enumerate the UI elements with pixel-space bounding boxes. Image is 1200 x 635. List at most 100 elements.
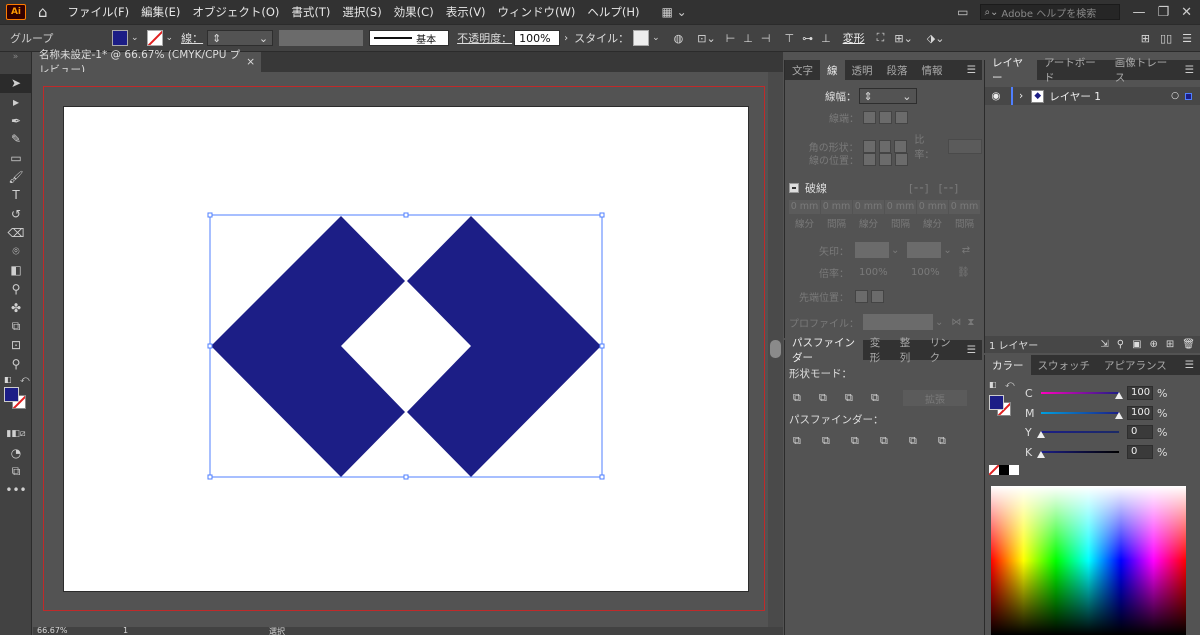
fill-color-swatch[interactable] — [112, 30, 128, 46]
align-to-icon[interactable]: ⊡⌄ — [697, 32, 715, 45]
arrow-tip-extend-icon[interactable] — [855, 290, 868, 303]
home-icon[interactable]: ⌂ — [38, 3, 48, 21]
zoom-tool-icon[interactable]: ⚲ — [0, 354, 32, 373]
menu-item[interactable]: 書式(T) — [285, 4, 336, 20]
rectangle-tool-icon[interactable]: ▭ — [0, 149, 32, 168]
minimize-button[interactable]: — — [1132, 5, 1145, 20]
transform-icon[interactable]: ⛶ — [877, 31, 885, 45]
align-stroke-outside-icon[interactable] — [895, 153, 908, 166]
paintbrush-tool-icon[interactable]: 🖌 — [0, 167, 32, 186]
gradient-tool-icon[interactable]: ◧ — [0, 261, 32, 280]
panel-menu-icon[interactable]: ☰ — [1179, 60, 1200, 80]
white-color-icon[interactable] — [1009, 465, 1019, 475]
exclude-icon[interactable]: ⧉ — [871, 391, 897, 405]
visibility-eye-icon[interactable]: ◉ — [985, 90, 1007, 102]
selected-art-indicator[interactable] — [1185, 92, 1192, 100]
align-bottom-icon[interactable]: ⊥ — [821, 32, 831, 45]
panel-tab[interactable]: 画像トレース — [1108, 57, 1179, 84]
minus-front-icon[interactable]: ⧉ — [819, 391, 845, 405]
toolbar-collapse-icon[interactable]: » — [0, 52, 31, 74]
channel-slider[interactable] — [1041, 411, 1119, 414]
width-profile-dropdown[interactable] — [863, 314, 933, 330]
panel-toggle-icon[interactable]: ▯▯ — [1160, 32, 1172, 45]
panel-tab[interactable]: パスファインダー — [785, 337, 863, 364]
delete-layer-icon[interactable]: 🗑 — [1182, 339, 1195, 350]
document-tab[interactable]: 名称未設定-1* @ 66.67% (CMYK/CPU プレビュー) × — [33, 49, 261, 76]
swap-colors-icon[interactable]: ⤺ — [20, 375, 30, 385]
panel-tab[interactable]: 透明 — [845, 60, 880, 80]
menu-item[interactable]: 編集(E) — [135, 4, 186, 20]
rotate-tool-icon[interactable]: ↺ — [0, 205, 32, 224]
color-mode-icon[interactable]: ▮◧⧄ — [0, 425, 32, 444]
expand-layer-icon[interactable]: › — [1019, 90, 1023, 102]
chevron-down-icon[interactable]: ⌄ — [652, 33, 660, 43]
minus-back-icon[interactable]: ⧉ — [938, 434, 967, 448]
align-left-icon[interactable]: ⊢ — [726, 32, 736, 45]
canvas[interactable] — [33, 72, 768, 627]
start-arrow-dropdown[interactable] — [855, 242, 889, 258]
round-join-icon[interactable] — [878, 139, 892, 153]
restore-button[interactable]: ❐ — [1157, 5, 1169, 20]
selection-tool-icon[interactable]: ➤ — [0, 74, 32, 93]
direct-selection-tool-icon[interactable]: ▸ — [0, 93, 32, 112]
variable-width-profile-dropdown[interactable] — [279, 30, 364, 46]
panel-tab[interactable]: 情報 — [915, 60, 950, 80]
chevron-down-icon[interactable]: ⌄ — [166, 33, 174, 43]
link-scale-icon[interactable]: ⛓ — [957, 267, 970, 278]
end-scale-field[interactable]: 100% — [911, 267, 951, 278]
slider-thumb[interactable] — [1115, 392, 1123, 399]
panel-tab[interactable]: 変形 — [863, 337, 893, 364]
black-color-icon[interactable] — [999, 465, 1009, 475]
color-spectrum[interactable] — [991, 486, 1186, 635]
align-right-icon[interactable]: ⊣ — [761, 32, 771, 45]
panel-tab[interactable]: レイヤー — [985, 57, 1037, 84]
menu-item[interactable]: 選択(S) — [336, 4, 387, 20]
eraser-tool-icon[interactable]: ⌫ — [0, 224, 32, 243]
stroke-weight-field[interactable]: ⇕ ⌄ — [858, 88, 917, 104]
arrange-icon[interactable]: ⊞ — [1141, 32, 1150, 45]
align-vertical-center-icon[interactable]: ⊶ — [802, 32, 813, 45]
panel-tab[interactable]: カラー — [985, 355, 1031, 375]
expand-button[interactable]: 拡張 — [903, 390, 967, 406]
panel-tab[interactable]: スウォッチ — [1031, 355, 1098, 375]
dash-cell[interactable]: 0 mm 間隔 — [949, 200, 980, 230]
round-cap-icon[interactable] — [879, 111, 892, 124]
recolor-artwork-icon[interactable]: ◍ — [674, 32, 684, 45]
right-diamond-shape[interactable] — [407, 216, 601, 477]
panel-tab[interactable]: リンク — [923, 337, 961, 364]
stroke-weight-input[interactable]: ⇕ ⌄ — [207, 30, 274, 46]
screen-mode-icon[interactable]: ⧉ — [0, 462, 32, 481]
curvature-tool-icon[interactable]: ✎ — [0, 130, 32, 149]
panel-tab[interactable]: 整列 — [893, 337, 923, 364]
slider-thumb[interactable] — [1037, 450, 1045, 458]
menu-item[interactable]: オブジェクト(O) — [186, 4, 285, 20]
panel-menu-icon[interactable]: ☰ — [961, 340, 982, 360]
slider-thumb[interactable] — [1115, 411, 1123, 419]
new-layer-icon[interactable]: ⊞ — [1166, 339, 1174, 350]
bevel-join-icon[interactable] — [894, 139, 908, 153]
scroll-thumb[interactable] — [770, 340, 781, 358]
artboard-navigation[interactable]: 1 — [123, 627, 128, 635]
eyedropper-tool-icon[interactable]: ⚲ — [0, 280, 32, 299]
channel-slider[interactable] — [1041, 392, 1119, 394]
layer-row[interactable]: ◉ › ◆ レイヤー 1 ○ — [985, 87, 1200, 105]
pen-tool-icon[interactable]: ✒ — [0, 111, 32, 130]
channel-value-input[interactable]: 0 — [1127, 444, 1153, 459]
dash-cell[interactable]: 0 mm 線分 — [917, 200, 948, 230]
flip-vertical-icon[interactable]: ⧗ — [967, 317, 974, 328]
locate-object-icon[interactable]: ⚲ — [1117, 339, 1124, 350]
type-tool-icon[interactable]: T — [0, 186, 32, 205]
transform-button[interactable]: 変形 — [843, 30, 865, 46]
dashed-line-checkbox[interactable] — [789, 183, 799, 193]
panel-menu-icon[interactable]: ☰ — [961, 60, 982, 80]
brush-definition-dropdown[interactable]: 基本 — [369, 30, 450, 46]
workspace-switcher-icon[interactable]: ▦ ⌄ — [662, 5, 687, 19]
crop-icon[interactable]: ⧉ — [880, 434, 909, 448]
panel-tab[interactable]: アートボード — [1037, 57, 1108, 84]
merge-icon[interactable]: ⧉ — [851, 434, 880, 448]
menu-item[interactable]: 効果(C) — [388, 4, 440, 20]
slider-thumb[interactable] — [1037, 431, 1045, 438]
end-arrow-dropdown[interactable] — [907, 242, 942, 258]
align-top-icon[interactable]: ⊤ — [784, 32, 794, 45]
divide-icon[interactable]: ⧉ — [793, 434, 822, 448]
